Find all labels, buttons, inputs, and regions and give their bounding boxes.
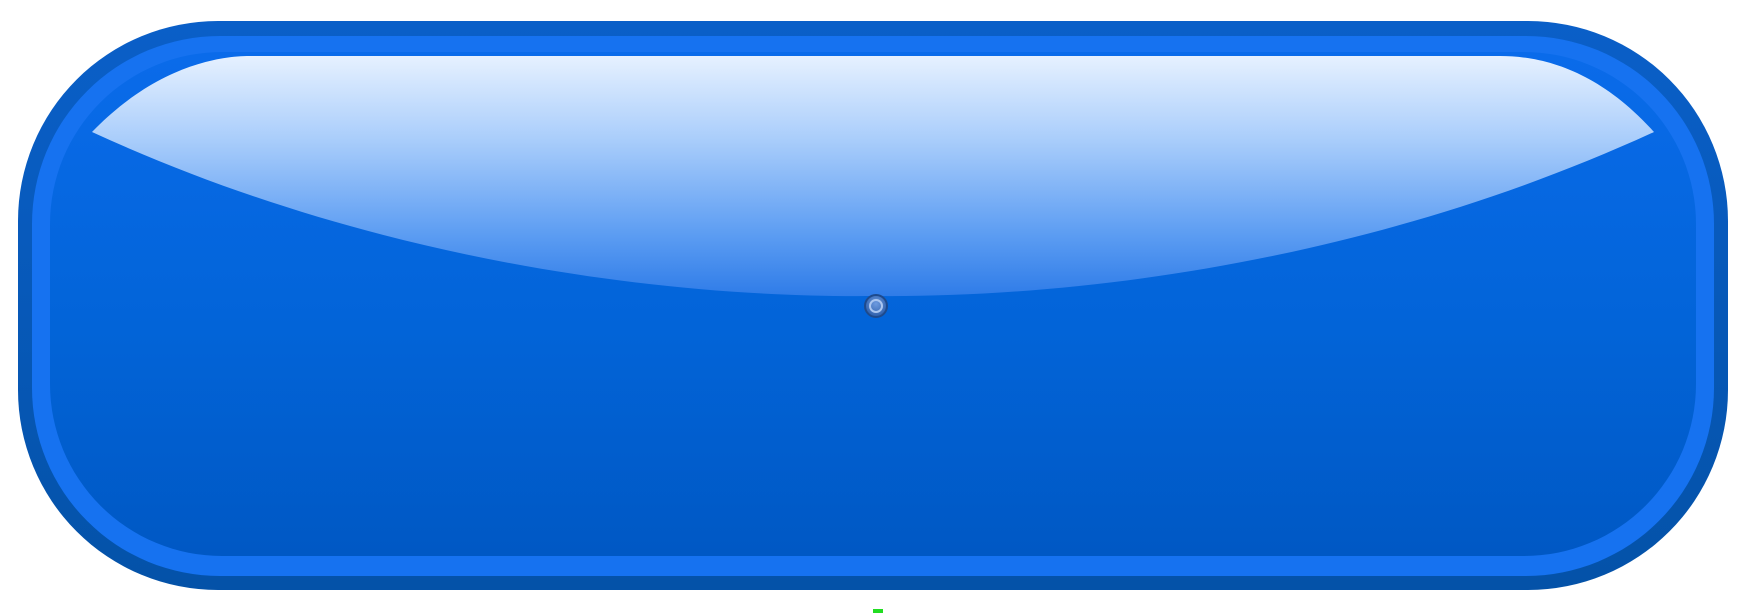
center-target-icon: [862, 292, 890, 320]
bottom-dash-icon: [873, 600, 883, 613]
canvas: [0, 0, 1752, 616]
